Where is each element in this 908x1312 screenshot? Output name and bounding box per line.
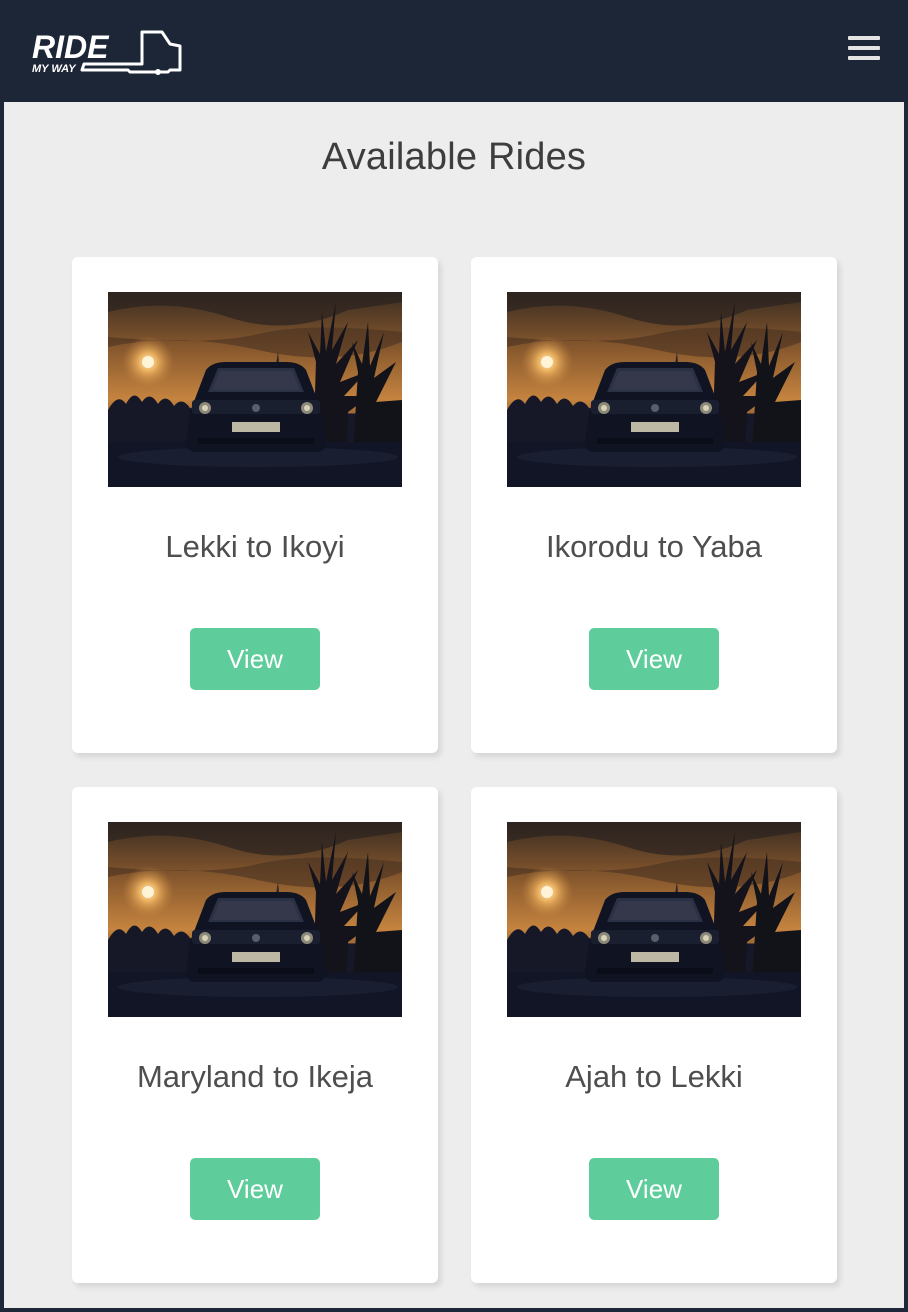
view-ride-button[interactable]: View [589, 1158, 719, 1220]
menu-line [848, 46, 880, 50]
ride-card: Lekki to Ikoyi View [72, 257, 438, 753]
ride-route: Maryland to Ikeja [136, 1059, 374, 1094]
car-sunset-photo [507, 292, 801, 487]
logo-truck-icon: RIDE MY WAY [32, 29, 182, 75]
ride-image [108, 822, 402, 1017]
logo-text: RIDE [32, 29, 110, 65]
view-ride-button[interactable]: View [589, 628, 719, 690]
page-title: Available Rides [321, 136, 587, 178]
ride-route: Ikorodu to Yaba [545, 529, 763, 564]
view-ride-button[interactable]: View [190, 1158, 320, 1220]
hamburger-menu-icon[interactable] [848, 34, 880, 62]
ride-card: Ikorodu to Yaba View [471, 257, 837, 753]
menu-line [848, 36, 880, 40]
ride-card: Maryland to Ikeja View [72, 787, 438, 1283]
ride-my-way-logo[interactable]: RIDE MY WAY [30, 28, 182, 76]
ride-route: Ajah to Lekki [565, 1059, 743, 1094]
ride-image [108, 292, 402, 487]
ride-card: Ajah to Lekki View [471, 787, 837, 1283]
car-sunset-photo [507, 822, 801, 1017]
car-sunset-photo [108, 292, 402, 487]
car-sunset-photo [108, 822, 402, 1017]
ride-image [507, 822, 801, 1017]
menu-line [848, 56, 880, 60]
ride-route: Lekki to Ikoyi [165, 529, 345, 564]
logo-tagline: MY WAY [32, 63, 77, 75]
main-content: Available Rides Lekki to Ikoyi View Ikor… [4, 102, 904, 1308]
ride-image [507, 292, 801, 487]
view-ride-button[interactable]: View [190, 628, 320, 690]
top-navbar: RIDE MY WAY [0, 0, 908, 102]
